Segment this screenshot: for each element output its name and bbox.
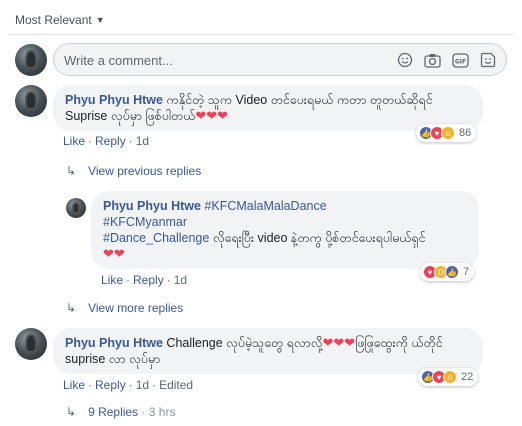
reply-actions: Like · Reply · 1d	[101, 273, 188, 287]
sort-label: Most Relevant	[15, 13, 92, 27]
comment-actions: Like · Reply · 1d	[63, 134, 150, 148]
reaction-count: 86	[459, 127, 472, 139]
reaction-summary[interactable]: 👍 ♥ o 22	[418, 368, 479, 386]
comment-text: Challenge လုပ်မဲ့သူတွေ ရလာလို့	[162, 336, 323, 350]
divider	[8, 34, 514, 35]
avatar[interactable]	[15, 328, 47, 360]
reply-author[interactable]: Phyu Phyu Htwe	[103, 199, 201, 213]
like-link[interactable]: Like	[63, 134, 85, 148]
avatar[interactable]	[15, 85, 47, 117]
reaction-count: 22	[461, 371, 474, 383]
reply-link[interactable]: Reply	[95, 134, 126, 148]
reply-link[interactable]: Reply	[95, 378, 126, 392]
replies-time: 3 hrs	[148, 405, 176, 419]
sort-dropdown[interactable]: Most Relevant ▼	[15, 13, 105, 27]
hashtag[interactable]: #KFCMalaMalaDance	[204, 199, 326, 213]
wow-reaction-icon: o	[441, 126, 455, 140]
like-reaction-icon: 👍	[445, 265, 459, 279]
reply-text: လိုရေးပြီး video နဲ့တကွ ပို့စ်တင်ပေးရပါမ…	[209, 231, 426, 245]
reply-link[interactable]: Reply	[133, 273, 164, 287]
comment-input[interactable]	[64, 50, 364, 70]
svg-text:GIF: GIF	[454, 58, 465, 65]
comment-time[interactable]: 1d	[136, 134, 149, 148]
edited-label[interactable]: Edited	[159, 378, 193, 392]
comment-time[interactable]: 1d	[136, 378, 149, 392]
comment-bubble: Phyu Phyu Htwe ကနိုင်တဲ့ သူက Video တင်ပေ…	[53, 85, 483, 131]
chevron-down-icon: ▼	[95, 15, 105, 25]
camera-icon[interactable]	[423, 51, 441, 69]
comment-author[interactable]: Phyu Phyu Htwe	[65, 93, 163, 107]
like-link[interactable]: Like	[101, 273, 123, 287]
comment-composer[interactable]: GIF	[53, 43, 507, 76]
avatar[interactable]	[66, 198, 86, 218]
heart-emoji: ❤❤❤	[195, 108, 229, 123]
reply-bubble: Phyu Phyu Htwe #KFCMalaMalaDance #KFCMya…	[91, 191, 479, 269]
comment-author[interactable]: Phyu Phyu Htwe	[65, 336, 163, 350]
reply-time[interactable]: 1d	[174, 273, 187, 287]
view-previous-replies[interactable]: ↳ View previous replies	[66, 164, 201, 178]
heart-emoji: ❤❤❤	[322, 335, 356, 350]
emoji-icon[interactable]	[396, 51, 414, 69]
sticker-icon[interactable]	[479, 51, 497, 69]
reaction-count: 7	[463, 266, 470, 278]
reply-arrow-icon: ↳	[66, 164, 77, 178]
hashtag[interactable]: #Dance_Challenge	[103, 231, 209, 245]
reply-arrow-icon: ↳	[66, 405, 77, 419]
reply-arrow-icon: ↳	[66, 301, 77, 315]
reaction-summary[interactable]: 👍 ♥ o 86	[416, 124, 477, 142]
gif-icon[interactable]: GIF	[451, 51, 469, 69]
nine-replies-link[interactable]: ↳ 9 Replies · 3 hrs	[66, 405, 175, 419]
hashtag[interactable]: #KFCMyanmar	[103, 215, 187, 229]
view-previous-replies-label: View previous replies	[88, 164, 202, 178]
current-user-avatar[interactable]	[15, 44, 47, 76]
heart-emoji: ❤❤	[103, 246, 125, 261]
replies-count-label: 9 Replies	[88, 405, 139, 419]
comment-actions: Like · Reply · 1d · Edited	[63, 378, 194, 392]
view-more-replies-label: View more replies	[88, 301, 184, 315]
like-link[interactable]: Like	[63, 378, 85, 392]
comment-bubble: Phyu Phyu Htwe Challenge လုပ်မဲ့သူတွေ ရလ…	[53, 328, 483, 374]
view-more-replies[interactable]: ↳ View more replies	[66, 301, 183, 315]
reaction-summary[interactable]: ♥ D 👍 7	[420, 263, 475, 281]
wow-reaction-icon: o	[443, 370, 457, 384]
